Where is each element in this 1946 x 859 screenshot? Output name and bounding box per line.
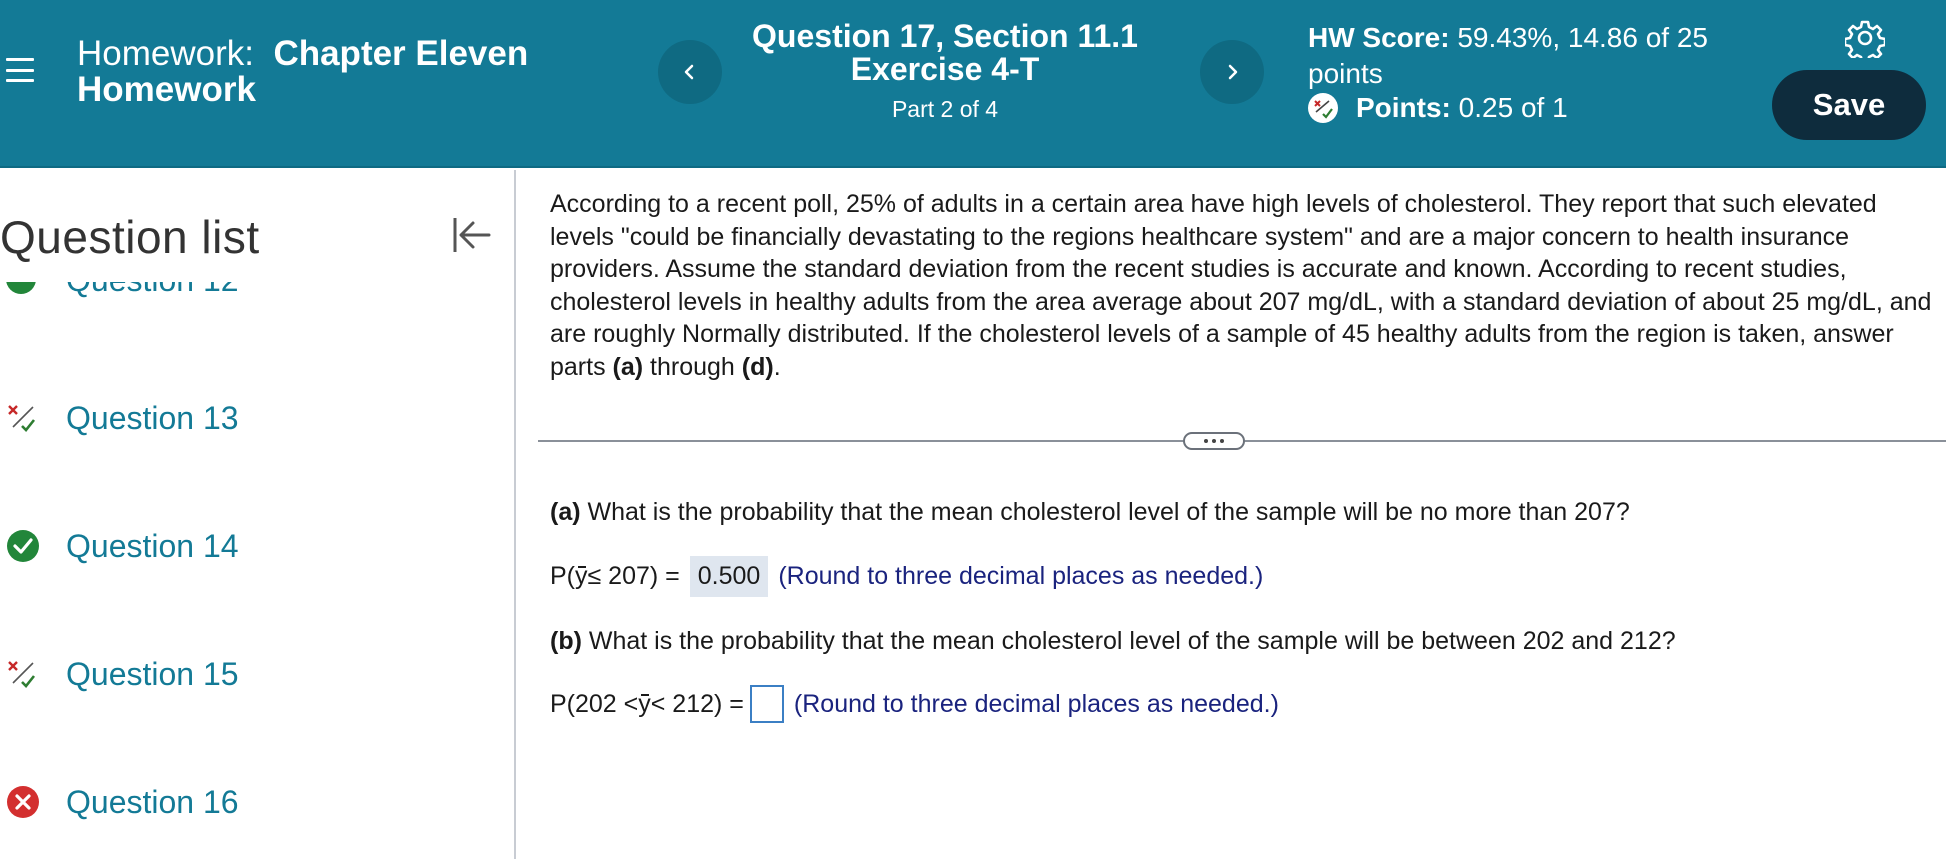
part-a-answer[interactable]: 0.500 bbox=[689, 556, 769, 597]
part-indicator: Part 2 of 4 bbox=[891, 96, 999, 122]
part-b-text: What is the probability that the mean ch… bbox=[581, 627, 1676, 655]
question-label: Question 13 bbox=[66, 399, 239, 436]
homework-name-line2: Homework bbox=[77, 70, 256, 109]
problem-statement: According to a recent poll, 25% of adult… bbox=[550, 188, 1940, 383]
part-a-text: What is the probability that the mean ch… bbox=[580, 498, 1630, 526]
part-a-equation: P(y ≤ 207) = 0.500 (Round to three decim… bbox=[550, 556, 1263, 597]
more-options-icon[interactable] bbox=[1183, 432, 1245, 450]
hw-score-label: HW Score: bbox=[1308, 22, 1450, 53]
question-list-item[interactable]: Question 15 bbox=[0, 644, 500, 704]
question-info: Question 17, Section 11.1 Exercise 4-T P… bbox=[720, 20, 1170, 123]
part-a-eq-variable: y bbox=[575, 562, 588, 590]
chevron-left-icon bbox=[684, 64, 694, 80]
next-question-button[interactable] bbox=[1200, 40, 1264, 104]
partial-credit-icon bbox=[8, 405, 36, 432]
question-list-item[interactable]: Question 13 bbox=[0, 388, 500, 448]
part-a-ref: (a) bbox=[612, 352, 644, 381]
part-a-question: (a) What is the probability that the mea… bbox=[550, 498, 1630, 527]
part-a-hint: (Round to three decimal places as needed… bbox=[778, 562, 1264, 590]
problem-through: through bbox=[643, 352, 742, 381]
top-bar: Homework: Chapter Eleven Homework Questi… bbox=[0, 0, 1946, 168]
hw-score-suffix: points bbox=[1308, 58, 1383, 89]
part-b-equation: P(202 < y < 212) = (Round to three decim… bbox=[550, 685, 1279, 723]
question-number: Question 17, Section 11.1 bbox=[752, 18, 1138, 54]
chevron-right-icon bbox=[1228, 64, 1238, 80]
part-a-eq-prefix: P( bbox=[550, 562, 575, 590]
question-list-item[interactable]: Question 16 bbox=[0, 772, 500, 832]
incorrect-icon bbox=[7, 786, 39, 818]
hw-score: HW Score: 59.43%, 14.86 of 25 points bbox=[1308, 20, 1738, 92]
homework-title: Homework: Chapter Eleven Homework bbox=[77, 36, 528, 108]
question-content: According to a recent poll, 25% of adult… bbox=[518, 170, 1946, 859]
save-button[interactable]: Save bbox=[1772, 70, 1926, 140]
homework-name-line1: Chapter Eleven bbox=[273, 34, 529, 73]
exercise-name: Exercise 4-T bbox=[850, 51, 1040, 87]
question-points: Points: 0.25 of 1 bbox=[1308, 92, 1568, 124]
menu-icon[interactable] bbox=[6, 58, 34, 82]
question-list-item[interactable]: Question 14 bbox=[0, 516, 500, 576]
part-b-eq-prefix: P(202 < bbox=[550, 689, 639, 718]
question-label: Question 15 bbox=[66, 655, 239, 692]
correct-icon bbox=[6, 282, 36, 294]
question-label: Question 14 bbox=[66, 527, 239, 564]
partial-credit-icon bbox=[8, 661, 36, 688]
gear-icon[interactable] bbox=[1845, 18, 1885, 58]
previous-question-button[interactable] bbox=[658, 40, 722, 104]
partial-credit-icon bbox=[1308, 93, 1338, 123]
part-a-label: (a) bbox=[550, 498, 581, 526]
question-label: Question 12 bbox=[66, 282, 239, 299]
part-d-ref: (d) bbox=[741, 352, 774, 381]
homework-prefix: Homework: bbox=[77, 34, 254, 73]
question-list-item[interactable]: Question 12 bbox=[66, 282, 246, 304]
part-b-eq-variable: y bbox=[638, 689, 651, 718]
collapse-sidebar-icon[interactable] bbox=[445, 210, 495, 260]
question-label: Question 16 bbox=[66, 783, 239, 820]
question-list-title: Question list bbox=[0, 211, 260, 263]
points-value: 0.25 of 1 bbox=[1458, 92, 1568, 123]
part-b-answer-input[interactable] bbox=[749, 685, 784, 723]
points-label: Points: bbox=[1356, 92, 1451, 123]
part-b-question: (b) What is the probability that the mea… bbox=[550, 627, 1676, 656]
question-list-sidebar: Question list Question 12 Question 13 Qu… bbox=[0, 170, 516, 859]
problem-end: . bbox=[773, 352, 781, 381]
part-b-hint: (Round to three decimal places as needed… bbox=[793, 689, 1279, 718]
part-b-label: (b) bbox=[550, 627, 582, 655]
part-b-eq-suffix: < 212) = bbox=[650, 689, 744, 718]
hw-score-value: 59.43%, 14.86 of 25 bbox=[1457, 22, 1709, 53]
part-a-eq-suffix: ≤ 207) = bbox=[587, 562, 680, 590]
correct-icon bbox=[7, 530, 39, 562]
